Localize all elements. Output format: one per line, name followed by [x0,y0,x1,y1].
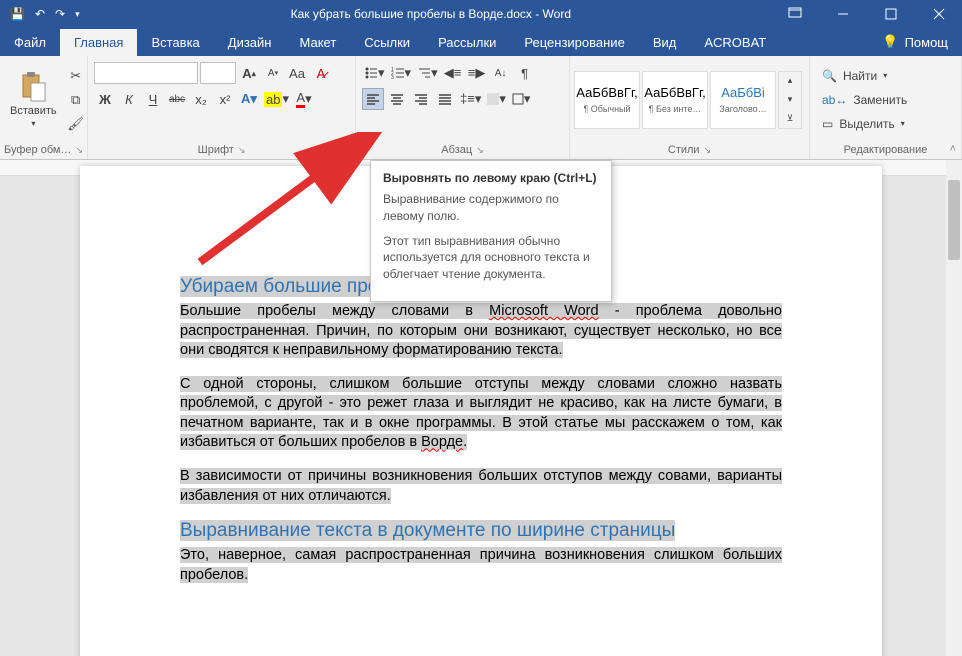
tab-view[interactable]: Вид [639,29,691,56]
font-size-combo[interactable] [200,62,236,84]
vertical-scrollbar[interactable] [946,160,962,656]
save-icon[interactable]: 💾 [10,7,25,21]
multilevel-button[interactable]: ▾ [415,62,440,84]
doc-heading-2: Выравнивание текста в документе по ширин… [180,520,782,542]
styles-launcher-icon[interactable]: ↘ [704,145,712,156]
text-effects-button[interactable]: A▾ [238,88,260,110]
tab-references[interactable]: Ссылки [350,29,424,56]
select-button[interactable]: ▭Выделить▾ [818,113,911,135]
chevron-down-icon: ▾ [31,119,35,128]
highlight-button[interactable]: ab▾ [262,88,291,110]
bulb-icon: 💡 [882,34,898,50]
bullets-button[interactable]: ▾ [362,62,387,84]
sort-button[interactable]: A↓ [490,62,512,84]
tab-acrobat[interactable]: ACROBAT [690,29,780,56]
title-bar: 💾 ↶ ↷ ▾ Как убрать большие пробелы в Вор… [0,0,962,28]
bold-button[interactable]: Ж [94,88,116,110]
tab-insert[interactable]: Вставка [137,29,213,56]
tab-mailings[interactable]: Рассылки [424,29,510,56]
clear-format-button[interactable]: A̷ [310,62,332,84]
ribbon-options-icon[interactable] [772,0,818,28]
borders-button[interactable]: ▾ [510,88,533,110]
tab-home[interactable]: Главная [60,29,137,56]
ribbon: Вставить ▾ ✂ ⧉ 🖌 Буфер обм…↘ A▴ A▾ Aa A̷… [0,56,962,160]
style-normal[interactable]: АаБбВвГг, ¶ Обычный [574,71,640,129]
tell-me[interactable]: 💡 Помощ [868,28,962,56]
decrease-indent-button[interactable]: ◀≡ [442,62,464,84]
find-button[interactable]: 🔍Найти▾ [818,65,911,87]
doc-paragraph: С одной стороны, слишком большие отступы… [180,375,782,453]
shading-button[interactable]: ▾ [485,88,508,110]
style-heading1[interactable]: АаБбВі Заголово… [710,71,776,129]
select-icon: ▭ [822,117,833,131]
align-center-button[interactable] [386,88,408,110]
subscript-button[interactable]: x₂ [190,88,212,110]
grow-font-button[interactable]: A▴ [238,62,260,84]
group-clipboard: Вставить ▾ ✂ ⧉ 🖌 Буфер обм…↘ [0,56,88,159]
close-icon[interactable] [916,0,962,28]
strike-button[interactable]: abc [166,88,188,110]
tab-layout[interactable]: Макет [285,29,350,56]
increase-indent-button[interactable]: ≡▶ [466,62,488,84]
replace-icon: ab↔ [822,93,847,107]
tab-design[interactable]: Дизайн [214,29,286,56]
style-nospacing[interactable]: АаБбВвГг, ¶ Без инте… [642,71,708,129]
svg-text:3: 3 [391,75,394,80]
font-launcher-icon[interactable]: ↘ [238,145,246,156]
font-name-combo[interactable] [94,62,198,84]
doc-paragraph: В зависимости от причины возникновения б… [180,467,782,506]
group-font: A▴ A▾ Aa A̷ Ж К Ч abc x₂ x² A▾ ab▾ A▾ Шр… [88,56,356,159]
quick-access-toolbar: 💾 ↶ ↷ ▾ [0,7,90,21]
line-spacing-button[interactable]: ‡≡▾ [458,88,483,110]
copy-icon[interactable]: ⧉ [65,89,87,111]
collapse-ribbon-icon[interactable]: ˄ [950,143,956,155]
show-marks-button[interactable]: ¶ [514,62,536,84]
clipboard-launcher-icon[interactable]: ↘ [75,145,83,156]
doc-paragraph: Большие пробелы между словами в Microsof… [180,302,782,361]
align-justify-button[interactable] [434,88,456,110]
group-editing: 🔍Найти▾ ab↔Заменить ▭Выделить▾ Редактиро… [810,56,962,159]
numbering-button[interactable]: 123▾ [389,62,414,84]
styles-up-icon[interactable]: ▴ [779,72,801,91]
superscript-button[interactable]: x² [214,88,236,110]
find-icon: 🔍 [822,69,837,83]
group-paragraph: ▾ 123▾ ▾ ◀≡ ≡▶ A↓ ¶ ‡≡▾ ▾ ▾ Абзац↘ [356,56,570,159]
font-color-button[interactable]: A▾ [293,88,315,110]
qat-dropdown-icon[interactable]: ▾ [75,9,80,20]
ribbon-tabs: Файл Главная Вставка Дизайн Макет Ссылки… [0,28,962,56]
minimize-icon[interactable] [820,0,866,28]
undo-icon[interactable]: ↶ [35,7,45,21]
tab-review[interactable]: Рецензирование [510,29,638,56]
tooltip-align-left: Выровнять по левому краю (Ctrl+L) Выравн… [370,160,612,302]
window-title: Как убрать большие пробелы в Ворде.docx … [90,7,772,21]
scroll-thumb[interactable] [948,180,960,260]
maximize-icon[interactable] [868,0,914,28]
shrink-font-button[interactable]: A▾ [262,62,284,84]
align-right-button[interactable] [410,88,432,110]
paragraph-launcher-icon[interactable]: ↘ [476,145,484,156]
doc-paragraph: Это, наверное, самая распространенная пр… [180,546,782,585]
change-case-button[interactable]: Aa [286,62,308,84]
paste-button[interactable]: Вставить ▾ [4,67,63,132]
underline-button[interactable]: Ч [142,88,164,110]
replace-button[interactable]: ab↔Заменить [818,89,911,111]
group-styles: АаБбВвГг, ¶ Обычный АаБбВвГг, ¶ Без инте… [570,56,810,159]
cut-icon[interactable]: ✂ [65,65,87,87]
paste-icon [17,71,49,103]
styles-down-icon[interactable]: ▾ [779,90,801,109]
styles-more-icon[interactable]: ⊻ [779,109,801,128]
italic-button[interactable]: К [118,88,140,110]
redo-icon[interactable]: ↷ [55,7,65,21]
format-painter-icon[interactable]: 🖌 [65,113,87,135]
window-controls [772,0,962,28]
align-left-button[interactable] [362,88,384,110]
tab-file[interactable]: Файл [0,29,60,56]
